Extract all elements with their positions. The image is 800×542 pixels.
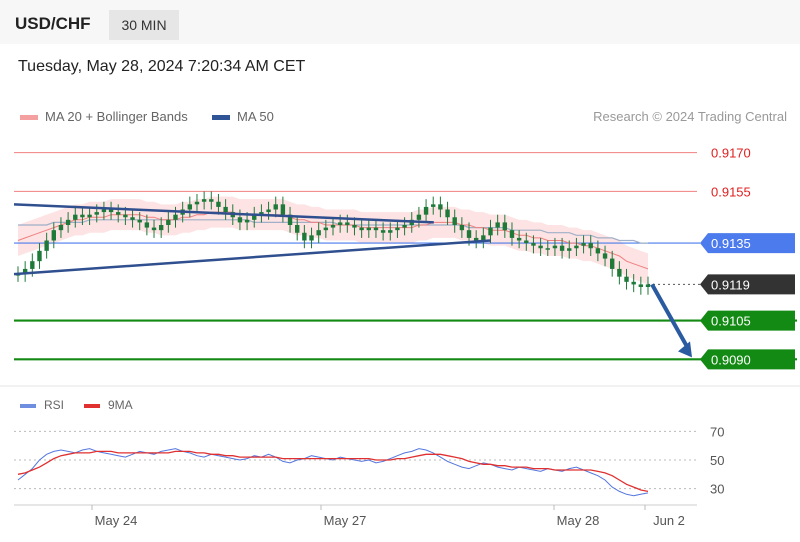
candle-body xyxy=(388,230,393,233)
candle-body xyxy=(316,230,321,236)
candle-body xyxy=(488,227,493,236)
candle-body xyxy=(645,284,651,287)
candle-body xyxy=(545,248,550,250)
candle-body xyxy=(302,232,307,241)
candle-body xyxy=(588,243,593,249)
candle-body xyxy=(187,204,193,210)
candle-body xyxy=(502,222,508,231)
candle-body xyxy=(266,209,271,213)
candle-body xyxy=(337,222,343,225)
rsi-tick-label: 70 xyxy=(710,424,724,439)
rsi-tick-label: 50 xyxy=(710,453,724,468)
candle-body xyxy=(531,243,536,246)
candle-body xyxy=(359,227,364,231)
candle-body xyxy=(466,230,472,238)
candle-body xyxy=(73,214,78,220)
candle-body xyxy=(237,217,243,223)
candle-body xyxy=(574,245,579,249)
forecast-arrow-shaft xyxy=(650,283,690,350)
candle-body xyxy=(631,281,636,285)
candle-body xyxy=(144,222,150,228)
candle-body xyxy=(123,214,128,218)
candle-body xyxy=(65,219,71,225)
level-label-4: 0.9105 xyxy=(711,314,751,329)
candle-body xyxy=(44,240,49,251)
candle-body xyxy=(216,201,221,207)
level-label-1: 0.9155 xyxy=(711,184,751,199)
candle-body xyxy=(373,227,379,231)
candle-body xyxy=(330,225,336,228)
candle-body xyxy=(345,222,350,225)
candle-body xyxy=(37,250,42,262)
candle-body xyxy=(244,219,250,223)
candle-body xyxy=(595,248,601,254)
candle-body xyxy=(402,225,407,228)
candle-body xyxy=(137,219,142,223)
candle-body xyxy=(94,212,99,215)
candle-body xyxy=(158,225,164,231)
candle-body xyxy=(80,214,85,218)
level-label-3: 0.9119 xyxy=(711,277,750,292)
candle-body xyxy=(624,276,629,282)
candle-body xyxy=(87,214,92,218)
candle-body xyxy=(538,245,543,249)
candle-body xyxy=(166,219,171,225)
candle-body xyxy=(173,214,178,220)
candle-body xyxy=(366,227,371,231)
level-label-0: 0.9170 xyxy=(711,146,751,161)
candle-body xyxy=(223,206,228,213)
candle-body xyxy=(194,201,200,205)
candle-body xyxy=(438,204,443,210)
candle-body xyxy=(352,225,357,228)
rsi-tick-label: 30 xyxy=(710,482,724,497)
candle-body xyxy=(509,230,515,238)
candle-body xyxy=(423,206,429,215)
trendline-1 xyxy=(13,239,491,276)
candle-body xyxy=(567,248,572,251)
candle-body xyxy=(151,227,157,231)
level-label-2: 0.9135 xyxy=(711,236,751,251)
candle-body xyxy=(108,209,114,213)
rsi-series-rsi xyxy=(17,448,649,497)
x-tick-label: May 27 xyxy=(324,513,367,528)
candle-body xyxy=(280,204,286,215)
candle-body xyxy=(380,230,386,233)
candle-body xyxy=(295,225,300,233)
x-tick-label: May 28 xyxy=(557,513,600,528)
price-chart[interactable]: 0.9170 0.9155 0.9135 0.9119 0.9105 0.9090 May … xyxy=(0,0,800,542)
candle-body xyxy=(473,237,479,241)
candle-body xyxy=(617,268,622,277)
candle-body xyxy=(552,245,558,249)
candle-body xyxy=(610,258,615,269)
candle-body xyxy=(130,217,135,220)
candle-body xyxy=(309,235,314,241)
candle-body xyxy=(116,212,121,215)
candle-body xyxy=(524,240,529,244)
candle-body xyxy=(30,261,35,269)
candle-body xyxy=(602,253,608,259)
candle-body xyxy=(559,245,565,251)
candle-body xyxy=(452,217,457,225)
candle-body xyxy=(101,209,107,213)
candle-body xyxy=(273,204,278,210)
candle-body xyxy=(431,204,436,207)
x-tick-label: Jun 2 xyxy=(653,513,685,528)
candle-body xyxy=(516,237,522,241)
candle-body xyxy=(416,214,422,220)
candle-body xyxy=(51,230,56,241)
candle-body xyxy=(445,209,450,218)
x-tick-label: May 24 xyxy=(95,513,138,528)
candle-body xyxy=(58,225,64,231)
candle-body xyxy=(201,199,207,202)
candle-body xyxy=(581,243,586,246)
candle-body xyxy=(495,222,500,228)
candle-body xyxy=(395,227,400,231)
candle-body xyxy=(209,199,214,202)
rsi-series-9ma xyxy=(17,450,649,493)
candle-body xyxy=(459,225,465,231)
candle-body xyxy=(323,227,329,231)
candle-body xyxy=(638,284,644,287)
level-label-5: 0.9090 xyxy=(711,352,751,367)
